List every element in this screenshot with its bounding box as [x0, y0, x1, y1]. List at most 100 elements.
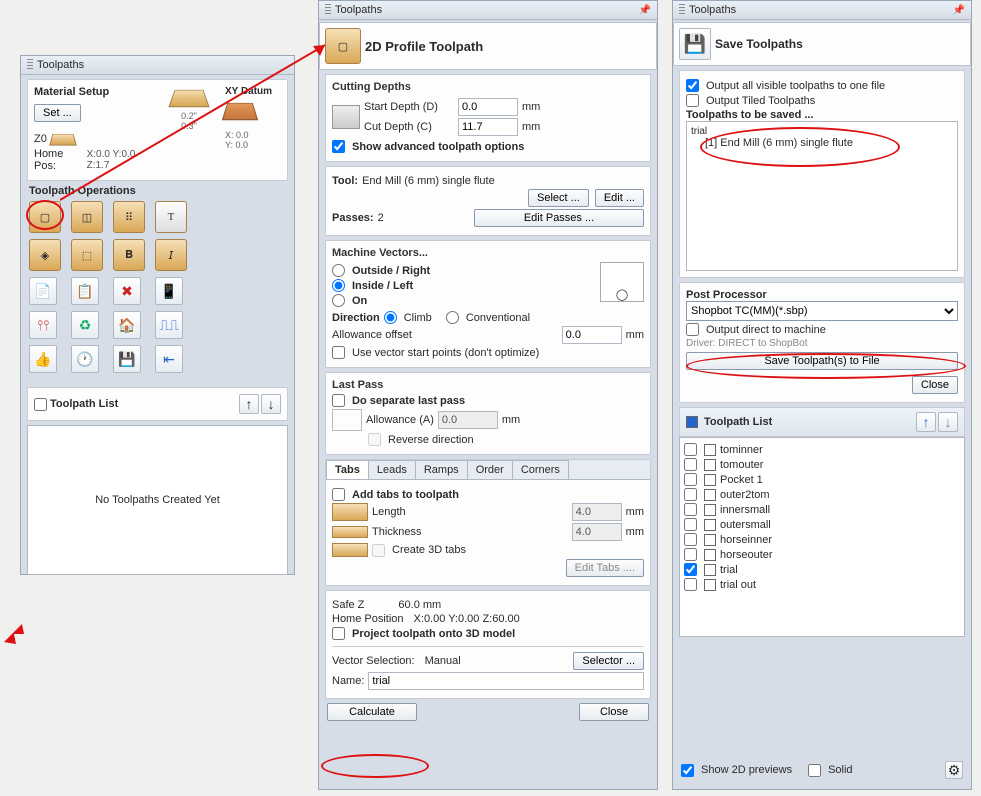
- toolpath-icon: [704, 489, 716, 501]
- close-button-2[interactable]: Close: [579, 703, 649, 721]
- project-3d-label: Project toolpath onto 3D model: [352, 628, 515, 640]
- vector-selection-label: Vector Selection:: [332, 655, 415, 667]
- name-input[interactable]: [368, 672, 644, 690]
- list-item-label: outer2tom: [720, 489, 770, 501]
- edit-tool-button[interactable]: Edit ...: [595, 189, 644, 207]
- driver-label: Driver: DIRECT to ShopBot: [686, 338, 958, 349]
- to-be-saved-list[interactable]: trial [1] End Mill (6 mm) single flute: [686, 121, 958, 271]
- heading-text: 2D Profile Toolpath: [365, 39, 483, 54]
- conv-radio[interactable]: [446, 311, 459, 324]
- select-tool-button[interactable]: Select ...: [528, 189, 589, 207]
- move-down-icon[interactable]: ↓: [261, 394, 281, 414]
- op-bold-icon[interactable]: 𝐁: [113, 239, 145, 271]
- op-copy-icon[interactable]: 📋: [71, 277, 99, 305]
- save-to-file-button[interactable]: Save Toolpath(s) to File: [686, 352, 958, 370]
- edit-tabs-button: Edit Tabs ....: [566, 559, 644, 577]
- set-button[interactable]: Set ...: [34, 104, 81, 122]
- list-item[interactable]: trial out: [684, 577, 960, 592]
- move-up-icon[interactable]: ↑: [239, 394, 259, 414]
- inside-radio[interactable]: [332, 279, 345, 292]
- saved-item-1[interactable]: [1] End Mill (6 mm) single flute: [705, 137, 953, 149]
- toolpath-ops-title: Toolpath Operations: [29, 185, 286, 197]
- op-6-icon[interactable]: ⬚: [71, 239, 103, 271]
- tab-tabs[interactable]: Tabs: [326, 460, 369, 479]
- list-item[interactable]: tominner: [684, 442, 960, 457]
- list-down-icon[interactable]: ↓: [938, 412, 958, 432]
- tabs-group: Tabs Leads Ramps Order Corners Add tabs …: [325, 459, 651, 586]
- op-tool1-icon[interactable]: ⫯⫯: [29, 311, 57, 339]
- show-adv-checkbox[interactable]: [332, 140, 345, 153]
- on-radio[interactable]: [332, 294, 345, 307]
- list-item-checkbox[interactable]: [684, 443, 697, 456]
- show-2d-label: Show 2D previews: [701, 764, 792, 776]
- do-separate-checkbox[interactable]: [332, 394, 345, 407]
- list-item[interactable]: trial: [684, 562, 960, 577]
- cut-depth-input[interactable]: [458, 118, 518, 136]
- panel-title-1: Toolpaths: [21, 56, 294, 75]
- op-tool4-icon[interactable]: ⎍⎍: [155, 311, 183, 339]
- list-item-checkbox[interactable]: [684, 473, 697, 486]
- close-button-3[interactable]: Close: [912, 376, 958, 394]
- op-drill-icon[interactable]: ⠿: [113, 201, 145, 233]
- list-item-checkbox[interactable]: [684, 518, 697, 531]
- list-item-checkbox[interactable]: [684, 548, 697, 561]
- list-item-checkbox[interactable]: [684, 503, 697, 516]
- settings-icon[interactable]: ⚙: [945, 761, 963, 779]
- show-2d-checkbox[interactable]: [681, 764, 694, 777]
- op-tool2-icon[interactable]: ♻: [71, 311, 99, 339]
- selector-button[interactable]: Selector ...: [573, 652, 644, 670]
- list-item[interactable]: tomouter: [684, 457, 960, 472]
- out-direct-checkbox[interactable]: [686, 323, 699, 336]
- add-tabs-checkbox[interactable]: [332, 488, 345, 501]
- list-item[interactable]: Pocket 1: [684, 472, 960, 487]
- op-hand-icon[interactable]: 👍: [29, 345, 57, 373]
- list-up-icon[interactable]: ↑: [916, 412, 936, 432]
- list-item[interactable]: horseinner: [684, 532, 960, 547]
- op-delete-icon[interactable]: ✖: [113, 277, 141, 305]
- op-pocket-icon[interactable]: ◫: [71, 201, 103, 233]
- start-depth-input[interactable]: [458, 98, 518, 116]
- tab-order[interactable]: Order: [467, 460, 513, 479]
- calculate-button[interactable]: Calculate: [327, 703, 417, 721]
- list-item-checkbox[interactable]: [684, 563, 697, 576]
- list-item[interactable]: horseouter: [684, 547, 960, 562]
- pin-icon[interactable]: 📌: [639, 5, 651, 16]
- op-text-icon[interactable]: T: [155, 201, 187, 233]
- op-5-icon[interactable]: ◈: [29, 239, 61, 271]
- op-calc-icon[interactable]: 📱: [155, 277, 183, 305]
- op-time-icon[interactable]: 🕐: [71, 345, 99, 373]
- out-all-checkbox[interactable]: [686, 79, 699, 92]
- list-item[interactable]: outer2tom: [684, 487, 960, 502]
- list-item-checkbox[interactable]: [684, 578, 697, 591]
- op-new-icon[interactable]: 📄: [29, 277, 57, 305]
- op-tool3-icon[interactable]: 🏠: [113, 311, 141, 339]
- out-tiled-checkbox[interactable]: [686, 94, 699, 107]
- post-processor-select[interactable]: Shopbot TC(MM)(*.sbp): [686, 301, 958, 321]
- list-item-checkbox[interactable]: [684, 458, 697, 471]
- grip-icon: [27, 59, 33, 71]
- outside-radio[interactable]: [332, 264, 345, 277]
- allowance-input[interactable]: [562, 326, 622, 344]
- solid-label: Solid: [828, 764, 852, 776]
- list-item[interactable]: innersmall: [684, 502, 960, 517]
- tab-ramps[interactable]: Ramps: [415, 460, 468, 479]
- climb-radio[interactable]: [384, 311, 397, 324]
- op-exit-icon[interactable]: ⇤: [155, 345, 183, 373]
- tab-leads[interactable]: Leads: [368, 460, 416, 479]
- last-pass-label: Last Pass: [332, 379, 644, 391]
- vector-start-checkbox[interactable]: [332, 346, 345, 359]
- tool-name: End Mill (6 mm) single flute: [362, 175, 495, 187]
- project-3d-checkbox[interactable]: [332, 627, 345, 640]
- toolpath-list[interactable]: tominnertomouterPocket 1 outer2tominnersm…: [679, 437, 965, 637]
- tab-corners[interactable]: Corners: [512, 460, 569, 479]
- op-italic-icon[interactable]: 𝘐: [155, 239, 187, 271]
- list-item-checkbox[interactable]: [684, 488, 697, 501]
- op-profile-icon[interactable]: ▢: [29, 201, 61, 233]
- pin-icon[interactable]: 📌: [953, 5, 965, 16]
- solid-checkbox[interactable]: [808, 764, 821, 777]
- op-save-icon[interactable]: 💾: [113, 345, 141, 373]
- edit-passes-button[interactable]: Edit Passes ...: [474, 209, 644, 227]
- toolpath-list-checkbox[interactable]: [34, 398, 47, 411]
- list-item-checkbox[interactable]: [684, 533, 697, 546]
- list-item[interactable]: outersmall: [684, 517, 960, 532]
